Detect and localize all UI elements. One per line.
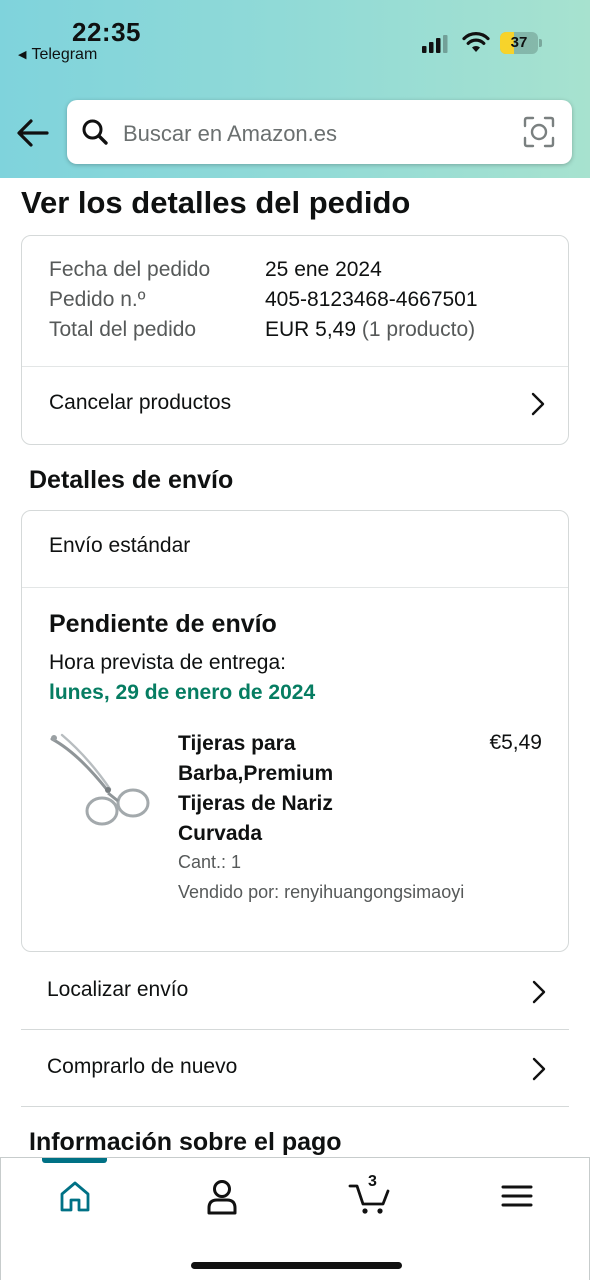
order-date-value: 25 ene 2024 bbox=[265, 258, 382, 281]
order-number-label: Pedido n.º bbox=[49, 288, 146, 311]
order-number-value: 405-8123468-4667501 bbox=[265, 288, 478, 311]
home-indicator[interactable] bbox=[191, 1262, 402, 1269]
buy-again-row[interactable]: Comprarlo de nuevo bbox=[21, 1031, 569, 1107]
tab-menu[interactable] bbox=[495, 1176, 539, 1216]
product-title[interactable]: Tijeras para Barba,Premium Tijeras de Na… bbox=[178, 729, 378, 849]
battery-level: 37 bbox=[510, 34, 528, 51]
cellular-signal-icon bbox=[422, 35, 448, 53]
chevron-right-icon bbox=[532, 980, 546, 1004]
order-total-amount: EUR 5,49 bbox=[265, 318, 357, 341]
back-arrow-icon[interactable] bbox=[16, 116, 50, 150]
status-time: 22:35 bbox=[72, 17, 141, 47]
buy-again-label: Comprarlo de nuevo bbox=[47, 1055, 238, 1078]
product-quantity: Cant.: 1 bbox=[178, 852, 242, 872]
delivery-estimate-label: Hora prevista de entrega: bbox=[49, 651, 286, 674]
page-title: Ver los detalles del pedido bbox=[21, 185, 411, 220]
order-total-label: Total del pedido bbox=[49, 318, 197, 341]
search-icon bbox=[82, 119, 108, 145]
user-icon bbox=[207, 1180, 237, 1215]
product-title-line: Curvada bbox=[178, 822, 263, 845]
cancel-products-label: Cancelar productos bbox=[49, 391, 232, 414]
back-to-app-link[interactable]: ◀ Telegram bbox=[18, 46, 97, 64]
shipment-status: Pendiente de envío bbox=[49, 610, 277, 638]
shipping-method: Envío estándar bbox=[49, 534, 191, 557]
tab-home[interactable] bbox=[53, 1176, 97, 1216]
search-bar[interactable]: Buscar en Amazon.es bbox=[67, 100, 572, 164]
track-shipment-label: Localizar envío bbox=[47, 978, 189, 1001]
product-title-line: Tijeras para bbox=[178, 732, 296, 755]
chevron-right-icon bbox=[531, 392, 545, 416]
payment-section-title: Información sobre el pago bbox=[29, 1128, 342, 1156]
battery-icon: 37 bbox=[500, 32, 542, 54]
product-title-line: Barba,Premium bbox=[178, 762, 334, 785]
tab-account[interactable] bbox=[200, 1176, 244, 1216]
cart-count-badge: 3 bbox=[368, 1173, 377, 1190]
product-title-line: Tijeras de Nariz bbox=[178, 792, 333, 815]
divider bbox=[22, 587, 568, 588]
app-header: 22:35 ◀ Telegram 37 Buscar en Amazon.es bbox=[0, 0, 590, 178]
chevron-right-icon bbox=[532, 1057, 546, 1081]
back-triangle-icon: ◀ bbox=[18, 49, 27, 61]
cancel-products-row[interactable]: Cancelar productos bbox=[22, 367, 568, 444]
menu-icon bbox=[501, 1185, 533, 1207]
bottom-tab-bar: 3 bbox=[0, 1157, 590, 1280]
product-seller: Vendido por: renyihuangongsimaoyi bbox=[178, 882, 465, 902]
order-total-value: EUR 5,49 (1 producto) bbox=[265, 318, 475, 342]
back-app-label: Telegram bbox=[31, 46, 98, 63]
camera-search-icon[interactable] bbox=[523, 116, 555, 148]
shipping-section-title: Detalles de envío bbox=[29, 466, 234, 494]
active-tab-indicator bbox=[42, 1158, 107, 1163]
order-date-label: Fecha del pedido bbox=[49, 258, 211, 281]
tab-cart[interactable]: 3 bbox=[348, 1173, 392, 1216]
wifi-icon bbox=[462, 32, 490, 52]
search-input[interactable]: Buscar en Amazon.es bbox=[123, 121, 337, 147]
shipment-card: Envío estándar Pendiente de envío Hora p… bbox=[21, 510, 569, 952]
order-summary-card: Fecha del pedido 25 ene 2024 Pedido n.º … bbox=[21, 235, 569, 445]
delivery-estimate-date: lunes, 29 de enero de 2024 bbox=[49, 681, 316, 704]
product-image-scissors[interactable] bbox=[48, 733, 158, 833]
product-price: €5,49 bbox=[489, 731, 542, 754]
home-icon bbox=[60, 1181, 90, 1212]
order-item-count: (1 producto) bbox=[361, 318, 476, 341]
track-shipment-row[interactable]: Localizar envío bbox=[21, 954, 569, 1030]
